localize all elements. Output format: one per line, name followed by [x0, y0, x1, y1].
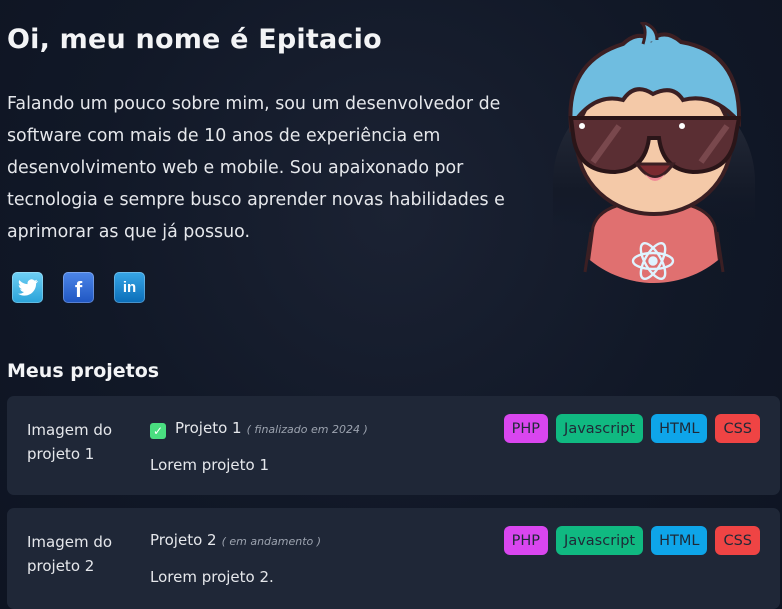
avatar — [553, 22, 755, 283]
project-card-1[interactable]: Imagem do projeto 1 ✓ Projeto 1 ( finali… — [7, 396, 780, 495]
check-icon: ✓ — [150, 423, 166, 439]
project-card-2[interactable]: Imagem do projeto 2 Projeto 2 ( em andam… — [7, 508, 780, 609]
tag-php: PHP — [503, 526, 549, 555]
project-name: Projeto 2 — [150, 531, 217, 549]
linkedin-icon: in — [122, 279, 137, 296]
project-status: ( em andamento ) — [221, 535, 322, 548]
project-description: Lorem projeto 1 — [150, 456, 270, 474]
project-name: Projeto 1 — [175, 419, 242, 437]
tag-list: PHP Javascript HTML CSS — [503, 526, 760, 555]
tag-html: HTML — [651, 414, 708, 443]
facebook-icon: f — [74, 276, 83, 302]
tag-css: CSS — [715, 414, 760, 443]
project-status: ( finalizado em 2024 ) — [246, 423, 368, 436]
projects-heading: Meus projetos — [7, 360, 160, 382]
twitter-icon — [17, 279, 38, 296]
tag-javascript: Javascript — [556, 414, 644, 443]
facebook-link[interactable]: f — [63, 272, 94, 303]
project-image: Imagem do projeto 2 — [27, 533, 113, 575]
social-links: f in — [12, 272, 145, 303]
tag-html: HTML — [651, 526, 708, 555]
project-header: ✓ Projeto 1 ( finalizado em 2024 ) — [150, 419, 368, 439]
project-image: Imagem do projeto 1 — [27, 421, 113, 463]
tag-css: CSS — [715, 526, 760, 555]
project-description: Lorem projeto 2. — [150, 568, 274, 586]
tag-list: PHP Javascript HTML CSS — [503, 414, 760, 443]
page-title: Oi, meu nome é Epitacio — [7, 24, 382, 55]
linkedin-link[interactable]: in — [114, 272, 145, 303]
tag-javascript: Javascript — [556, 526, 644, 555]
bio-text: Falando um pouco sobre mim, sou um desen… — [7, 94, 505, 242]
tag-php: PHP — [503, 414, 549, 443]
project-header: Projeto 2 ( em andamento ) — [150, 531, 321, 549]
twitter-link[interactable] — [12, 272, 43, 303]
